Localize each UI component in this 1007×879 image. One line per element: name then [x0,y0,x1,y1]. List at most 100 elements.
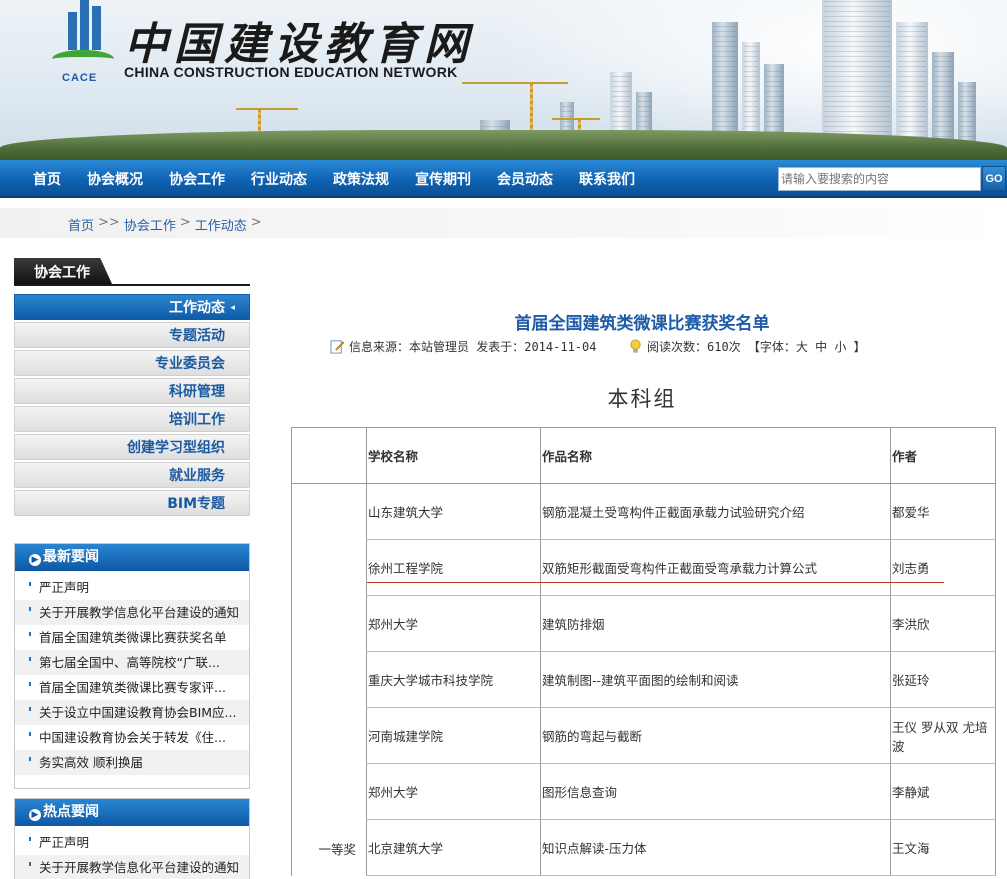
list-item[interactable]: 关于开展教学信息化平台建设的通知 [15,855,249,879]
nav-item-journal[interactable]: 宣传期刊 [402,169,484,189]
logo-bar [92,6,101,50]
nav-item-about[interactable]: 协会概况 [74,169,156,189]
panel-header: ▶ 最新要闻 [15,544,249,571]
panel-header: ▶ 热点要闻 [15,799,249,826]
banner-building [742,42,760,142]
work-cell: 建筑防排烟 [540,595,891,652]
article-title: 首届全国建筑类微课比赛获奖名单 [514,314,770,334]
list-item[interactable]: 关于设立中国建设教育协会BIM应... [15,700,249,725]
award-table: 学校名称 作品名称 作者 一等奖 山东建筑大学 钢筋混凝土受弯构件正截面承载力试… [291,427,996,876]
table-row: 徐州工程学院 双筋矩形截面受弯构件正截面受弯承载力计算公式 刘志勇 [292,539,996,596]
table-row: 一等奖 山东建筑大学 钢筋混凝土受弯构件正截面承载力试验研究介绍 都爱华 [291,483,996,876]
table-row: 郑州大学 建筑防排烟 李洪欣 [292,595,996,652]
breadcrumb-work[interactable]: 协会工作 [124,215,176,234]
sidebar-item-research[interactable]: 科研管理 [14,378,250,404]
work-cell: 图形信息查询 [540,763,891,820]
work-cell: 钢筋的弯起与截断 [540,707,891,764]
sidebar-item-label: 培训工作 [169,412,225,428]
latest-news-panel: ▶ 最新要闻 严正声明 关于开展教学信息化平台建设的通知 首届全国建筑类微课比赛获… [14,543,250,789]
school-cell: 山东建筑大学 [366,483,541,540]
nav-item-home[interactable]: 首页 [20,169,74,189]
sidebar-item-topics[interactable]: 专题活动 [14,322,250,348]
table-row: 北京建筑大学 知识点解读-压力体 王文海 [292,819,996,876]
article-source: 信息来源：本站管理员 发表于：2014-11-04 [330,338,596,355]
table-header-cell: 作品名称 [540,427,891,484]
author-cell: 李静斌 [890,763,996,820]
nav-item-industry[interactable]: 行业动态 [238,169,320,189]
banner-building [712,22,738,142]
list-item[interactable]: 严正声明 [15,830,249,855]
sidebar-menu: 工作动态 ◂ 专题活动 专业委员会 科研管理 培训工作 创建学习型组织 就业服务 … [14,294,250,518]
table-header-cell [291,427,367,484]
panel-title: 最新要闻 [43,549,99,565]
list-item[interactable]: 严正声明 [15,575,249,600]
nav-item-members[interactable]: 会员动态 [484,169,566,189]
banner-building [896,22,928,142]
sidebar-item-label: 创建学习型组织 [127,440,225,456]
sidebar-item-bim[interactable]: BIM专题 [14,490,250,516]
logo-bar [68,12,77,50]
sidebar-item-work-news[interactable]: 工作动态 ◂ [14,294,250,320]
list-item[interactable]: 关于开展教学信息化平台建设的通知 [15,600,249,625]
sidebar-item-employment[interactable]: 就业服务 [14,462,250,488]
nav-item-contact[interactable]: 联系我们 [566,169,648,189]
hot-news-panel: ▶ 热点要闻 严正声明 关于开展教学信息化平台建设的通知 [14,798,250,879]
author-cell: 王文海 [890,819,996,876]
crane-icon [552,118,600,120]
site-subtitle: CHINA CONSTRUCTION EDUCATION NETWORK [124,64,458,80]
table-row: 河南城建学院 钢筋的弯起与截断 王仪 罗从双 尤培波 [292,707,996,764]
list-item[interactable]: 首届全国建筑类微课比赛专家评... [15,675,249,700]
school-cell: 重庆大学城市科技学院 [366,651,541,708]
work-cell: 知识点解读-压力体 [540,819,891,876]
author-cell: 李洪欣 [890,595,996,652]
work-cell: 建筑制图--建筑平面图的绘制和阅读 [540,651,891,708]
banner-building [764,64,784,142]
logo-swoosh [52,50,114,68]
list-item[interactable]: 中国建设教育协会关于转发《住... [15,725,249,750]
banner-building [932,52,954,142]
list-item[interactable]: 第七届全国中、高等院校“广联... [15,650,249,675]
nav-item-policy[interactable]: 政策法规 [320,169,402,189]
school-cell: 徐州工程学院 [366,539,541,596]
work-cell: 钢筋混凝土受弯构件正截面承载力试验研究介绍 [540,483,891,540]
article-source-text: 信息来源：本站管理员 发表于：2014-11-04 [349,340,597,354]
table-header-row: 学校名称 作品名称 作者 [291,427,996,484]
highlight-underline [367,582,944,583]
sidebar-item-training[interactable]: 培训工作 [14,406,250,432]
sidebar-item-label: BIM专题 [167,496,225,512]
sidebar-item-label: 专业委员会 [155,356,225,372]
breadcrumb-news[interactable]: 工作动态 [195,215,247,234]
author-cell: 张延玲 [890,651,996,708]
article-reads: 阅读次数：610次 【字体：大 中 小 】 [628,338,866,355]
site-banner: CACE 中国建设教育网 CHINA CONSTRUCTION EDUCATIO… [0,0,1007,160]
sidebar-header: 协会工作 [14,258,250,286]
list-item[interactable]: 务实高效 顺利换届 [15,750,249,775]
search-input[interactable] [778,167,981,191]
nav-item-work[interactable]: 协会工作 [156,169,238,189]
panel-title: 热点要闻 [43,804,99,820]
school-cell: 郑州大学 [366,763,541,820]
table-header-cell: 学校名称 [366,427,541,484]
school-cell: 北京建筑大学 [366,819,541,876]
sidebar-item-learning-org[interactable]: 创建学习型组织 [14,434,250,460]
section-title: 本科组 [607,387,677,411]
breadcrumb-home[interactable]: 首页 [68,215,94,234]
sidebar-title: 协会工作 [14,258,112,284]
breadcrumb-separator: > [179,215,191,230]
search-button[interactable]: GO [982,166,1006,191]
author-cell: 都爱华 [890,483,996,540]
caret-left-icon: ◂ [230,303,235,313]
breadcrumb-separator: > [250,215,262,230]
work-cell: 双筋矩形截面受弯构件正截面受弯承载力计算公式 [540,539,891,596]
banner-trees [0,130,1007,160]
crane-icon [462,82,568,84]
sidebar-item-committees[interactable]: 专业委员会 [14,350,250,376]
table-header-cell: 作者 [890,427,996,484]
sidebar-item-label: 就业服务 [169,468,225,484]
school-cell: 郑州大学 [366,595,541,652]
list-item[interactable]: 首届全国建筑类微课比赛获奖名单 [15,625,249,650]
author-cell: 刘志勇 [890,539,996,596]
latest-news-list: 严正声明 关于开展教学信息化平台建设的通知 首届全国建筑类微课比赛获奖名单 第七… [15,571,249,775]
lightbulb-icon [630,339,641,353]
play-icon: ▶ [29,554,41,566]
